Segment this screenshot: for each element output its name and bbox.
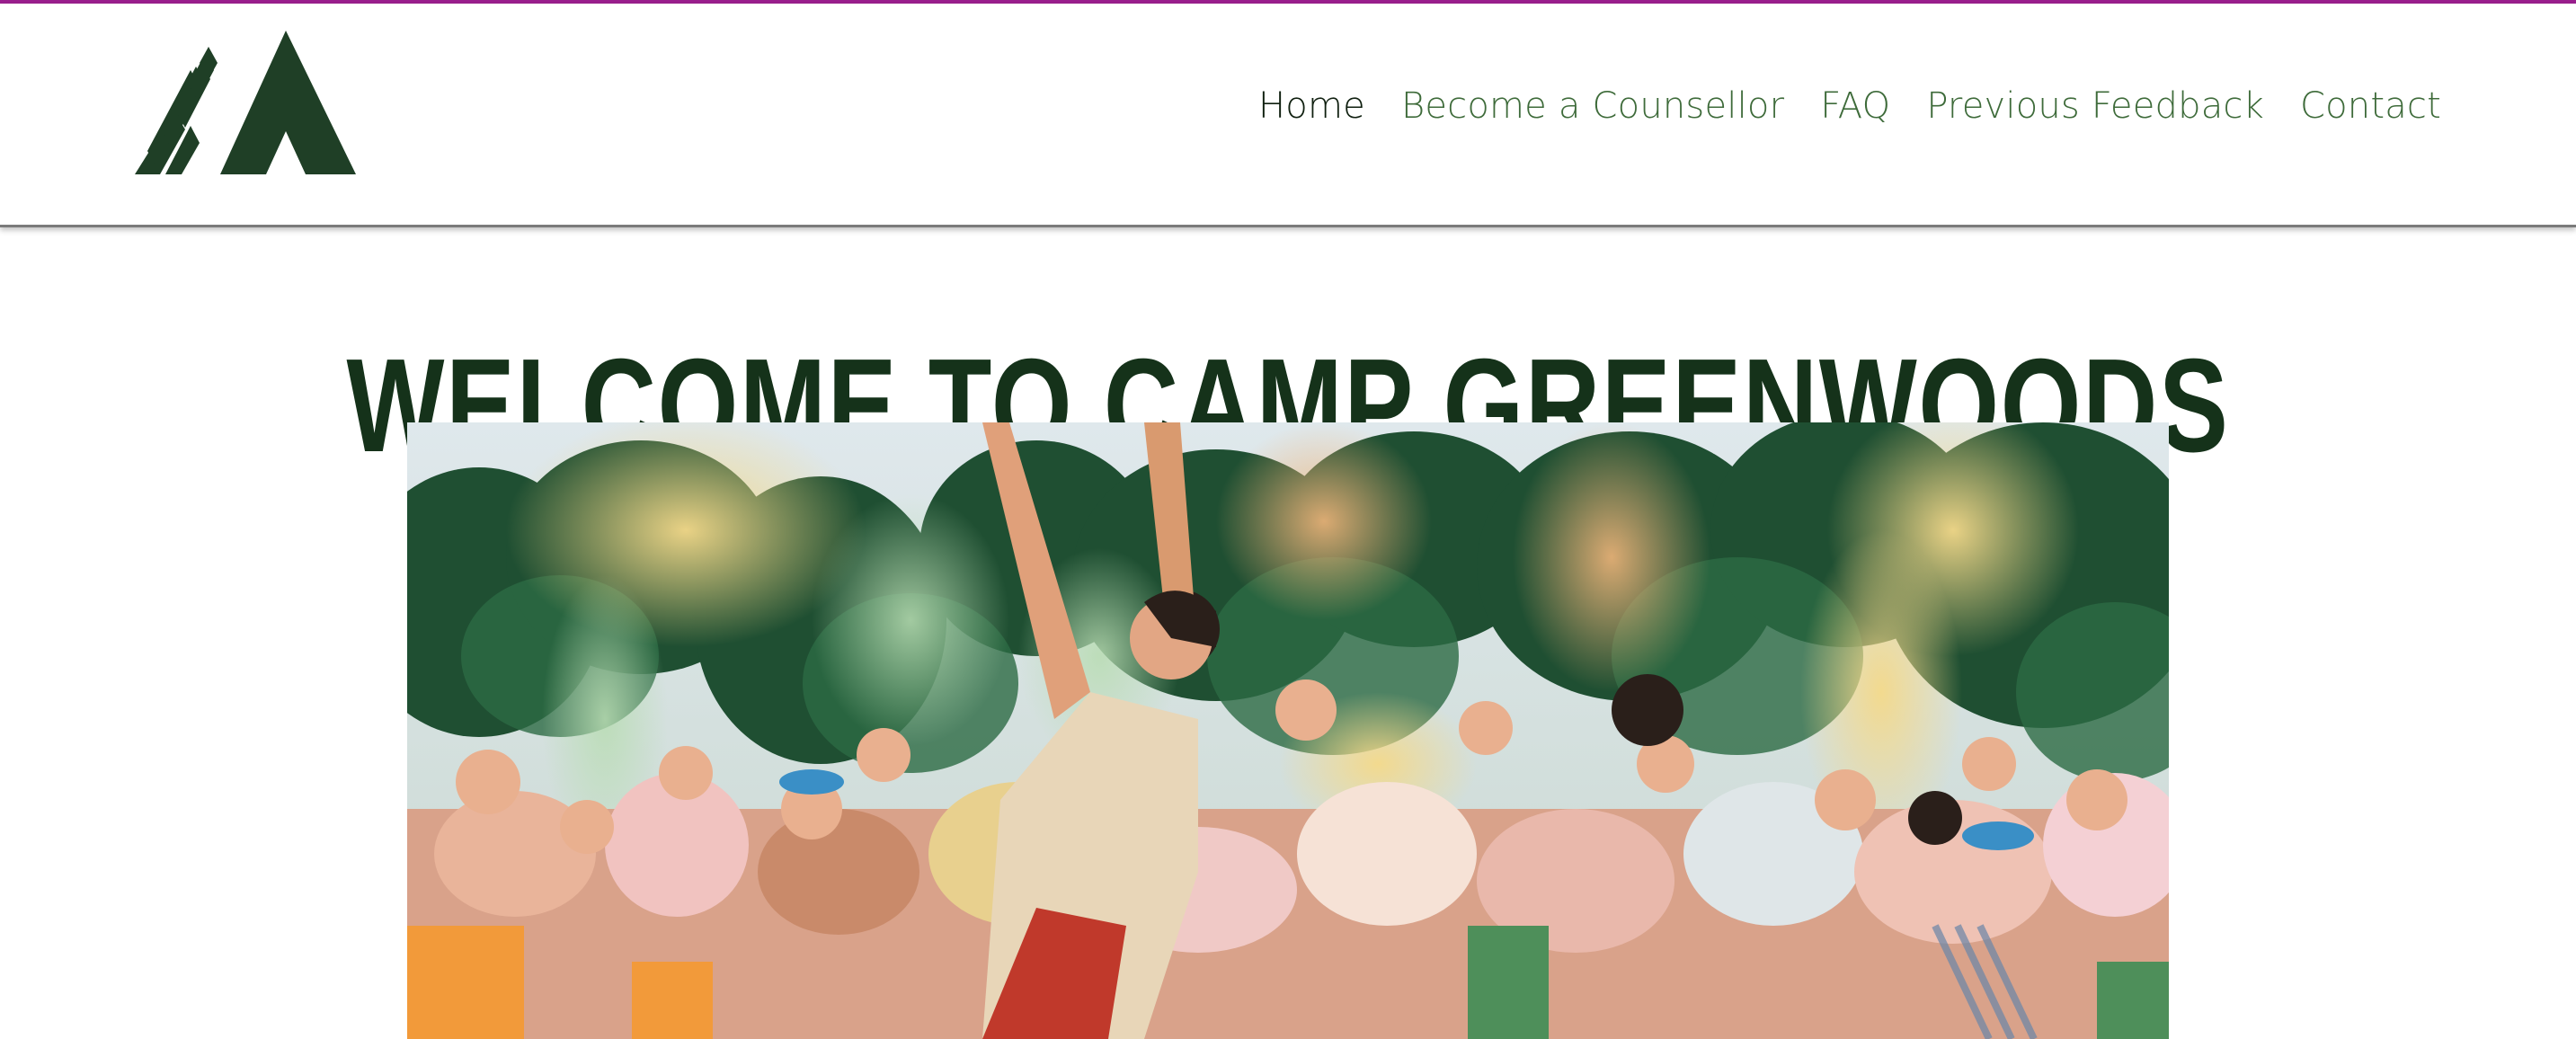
nav-home[interactable]: Home	[1258, 85, 1365, 127]
site-header: Home Become a Counsellor FAQ Previous Fe…	[0, 4, 2576, 227]
main-nav: Home Become a Counsellor FAQ Previous Fe…	[1222, 81, 2441, 131]
nav-faq[interactable]: FAQ	[1820, 85, 1890, 127]
nav-become-counsellor[interactable]: Become a Counsellor	[1401, 85, 1784, 127]
nav-previous-feedback[interactable]: Previous Feedback	[1926, 85, 2264, 127]
nav-contact[interactable]: Contact	[2300, 85, 2441, 127]
camp-color-festival-photo	[407, 422, 2169, 1039]
tent-mountain-logo-icon[interactable]	[135, 31, 356, 176]
